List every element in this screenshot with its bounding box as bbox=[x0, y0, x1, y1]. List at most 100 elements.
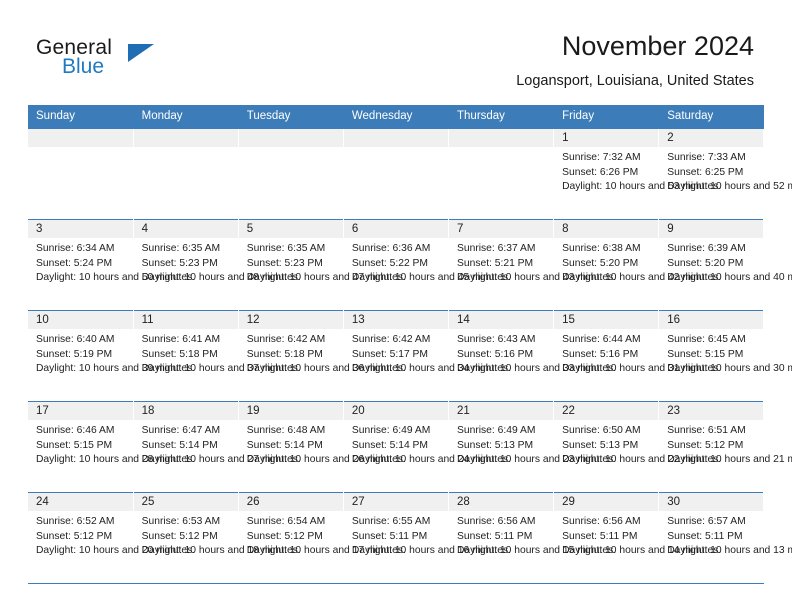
calendar-day-cell-empty bbox=[448, 128, 555, 220]
day-details: Sunrise: 6:36 AM Sunset: 5:22 PM Daylight:… bbox=[344, 238, 511, 286]
weekday-header-monday: Monday bbox=[133, 105, 239, 129]
calendar-day-cell[interactable]: 12 Sunrise: 6:42 AM Sunset: 5:18 PM Dayligh… bbox=[238, 310, 406, 402]
day-number: 2 bbox=[659, 129, 764, 147]
day-details: Sunrise: 6:43 AM Sunset: 5:16 PM Daylight:… bbox=[449, 329, 617, 377]
sunset-text: Sunset: 5:11 PM bbox=[667, 530, 743, 542]
day-details: Sunrise: 6:54 AM Sunset: 5:12 PM Daylight:… bbox=[239, 511, 406, 559]
day-details: Sunrise: 6:48 AM Sunset: 5:14 PM Daylight:… bbox=[239, 420, 406, 468]
calendar-day-cell[interactable]: 26 Sunrise: 6:54 AM Sunset: 5:12 PM Dayligh… bbox=[238, 492, 406, 584]
sunset-text: Sunset: 5:23 PM bbox=[141, 257, 218, 269]
day-number: 1 bbox=[554, 129, 659, 147]
calendar-day-cell[interactable]: 29 Sunrise: 6:56 AM Sunset: 5:11 PM Dayligh… bbox=[553, 492, 721, 584]
day-number: 14 bbox=[449, 311, 554, 329]
page-header: General Blue November 2024 Logansport, L… bbox=[0, 0, 792, 89]
day-number: 3 bbox=[28, 220, 133, 238]
calendar-day-cell[interactable]: 11 Sunrise: 6:41 AM Sunset: 5:18 PM Dayligh… bbox=[133, 310, 301, 402]
sunrise-text: Sunrise: 7:33 AM bbox=[667, 152, 746, 163]
calendar-day-cell[interactable]: 8 Sunrise: 6:38 AM Sunset: 5:20 PM Daylight… bbox=[553, 219, 721, 311]
calendar-day-cell[interactable]: 13 Sunrise: 6:42 AM Sunset: 5:17 PM Dayligh… bbox=[343, 310, 511, 402]
daylight-text: Daylight: 10 hours and 52 minutes. bbox=[667, 181, 792, 193]
calendar-day-cell[interactable]: 10 Sunrise: 6:40 AM Sunset: 5:19 PM Dayligh… bbox=[28, 310, 195, 402]
calendar-day-cell[interactable]: 30 Sunrise: 6:57 AM Sunset: 5:11 PM Dayligh… bbox=[658, 492, 792, 584]
sunrise-text: Sunrise: 6:41 AM bbox=[141, 334, 221, 345]
sunset-text: Sunset: 6:25 PM bbox=[667, 166, 744, 178]
weekday-header-saturday: Saturday bbox=[658, 105, 765, 129]
calendar-week-row: 24 Sunrise: 6:52 AM Sunset: 5:12 PM Dayligh… bbox=[28, 492, 792, 584]
sunset-text: Sunset: 5:13 PM bbox=[457, 439, 534, 451]
calendar-day-cell[interactable]: 3 Sunrise: 6:34 AM Sunset: 5:24 PM Daylight… bbox=[28, 219, 195, 311]
daylight-text: Daylight: 10 hours and 16 minutes. bbox=[351, 545, 511, 557]
calendar-day-cell[interactable]: 14 Sunrise: 6:43 AM Sunset: 5:16 PM Dayligh… bbox=[448, 310, 617, 402]
day-number bbox=[449, 129, 554, 147]
calendar-container: Sunday Monday Tuesday Wednesday Thursday… bbox=[28, 105, 792, 584]
calendar-day-cell[interactable]: 4 Sunrise: 6:35 AM Sunset: 5:23 PM Daylight… bbox=[133, 219, 301, 311]
calendar-day-cell[interactable]: 5 Sunrise: 6:35 AM Sunset: 5:23 PM Daylight… bbox=[238, 219, 406, 311]
day-number: 15 bbox=[554, 311, 659, 329]
daylight-text: Daylight: 10 hours and 18 minutes. bbox=[141, 545, 301, 557]
sunset-text: Sunset: 5:12 PM bbox=[141, 530, 218, 542]
sunset-text: Sunset: 5:12 PM bbox=[36, 530, 113, 542]
logo[interactable]: General Blue bbox=[36, 36, 186, 82]
calendar-day-cell[interactable]: 1 Sunrise: 7:32 AM Sunset: 6:26 PM Daylight… bbox=[553, 128, 721, 220]
sunset-text: Sunset: 5:18 PM bbox=[246, 348, 323, 360]
calendar-day-cell[interactable]: 18 Sunrise: 6:47 AM Sunset: 5:14 PM Dayligh… bbox=[133, 401, 301, 493]
day-number: 6 bbox=[343, 220, 448, 238]
sunrise-text: Sunrise: 6:57 AM bbox=[667, 516, 746, 527]
daylight-text: Daylight: 10 hours and 27 minutes. bbox=[141, 454, 301, 466]
sunrise-text: Sunrise: 6:51 AM bbox=[667, 425, 746, 436]
day-details: Sunrise: 6:38 AM Sunset: 5:20 PM Daylight:… bbox=[554, 238, 721, 286]
sunrise-text: Sunrise: 6:35 AM bbox=[246, 243, 326, 254]
calendar-day-cell[interactable]: 19 Sunrise: 6:48 AM Sunset: 5:14 PM Dayligh… bbox=[238, 401, 406, 493]
day-details: Sunrise: 6:47 AM Sunset: 5:14 PM Daylight:… bbox=[134, 420, 301, 468]
calendar-day-cell[interactable]: 28 Sunrise: 6:56 AM Sunset: 5:11 PM Dayligh… bbox=[448, 492, 616, 584]
calendar-day-cell[interactable]: 6 Sunrise: 6:36 AM Sunset: 5:22 PM Daylight… bbox=[343, 219, 511, 311]
day-number: 7 bbox=[449, 220, 554, 238]
weekday-header-sunday: Sunday bbox=[28, 105, 134, 129]
day-details: Sunrise: 7:32 AM Sunset: 6:26 PM Daylight:… bbox=[554, 147, 721, 195]
calendar-day-cell[interactable]: 15 Sunrise: 6:44 AM Sunset: 5:16 PM Dayligh… bbox=[553, 310, 721, 402]
daylight-text: Daylight: 10 hours and 33 minutes. bbox=[457, 363, 617, 375]
calendar-day-cell[interactable]: 22 Sunrise: 6:50 AM Sunset: 5:13 PM Dayligh… bbox=[553, 401, 721, 493]
day-number: 19 bbox=[238, 402, 343, 420]
sunset-text: Sunset: 6:26 PM bbox=[562, 166, 639, 178]
calendar-day-cell[interactable]: 24 Sunrise: 6:52 AM Sunset: 5:12 PM Dayligh… bbox=[28, 492, 195, 584]
day-number: 5 bbox=[238, 220, 343, 238]
calendar-day-cell[interactable]: 16 Sunrise: 6:45 AM Sunset: 5:15 PM Dayligh… bbox=[658, 310, 792, 402]
calendar-day-cell[interactable]: 23 Sunrise: 6:51 AM Sunset: 5:12 PM Dayligh… bbox=[658, 401, 792, 493]
daylight-text: Daylight: 10 hours and 34 minutes. bbox=[351, 363, 511, 375]
day-details: Sunrise: 6:53 AM Sunset: 5:12 PM Daylight:… bbox=[134, 511, 301, 559]
sunset-text: Sunset: 5:22 PM bbox=[351, 257, 429, 269]
sunrise-text: Sunrise: 6:39 AM bbox=[667, 243, 746, 254]
day-details: Sunrise: 6:42 AM Sunset: 5:18 PM Daylight:… bbox=[239, 329, 406, 377]
sunrise-text: Sunrise: 6:43 AM bbox=[457, 334, 536, 345]
title-block: November 2024 Logansport, Louisiana, Uni… bbox=[516, 30, 754, 91]
weekday-header-thursday: Thursday bbox=[448, 105, 555, 129]
day-number: 27 bbox=[343, 493, 448, 511]
calendar-day-cell-empty bbox=[28, 128, 134, 220]
sunrise-text: Sunrise: 6:38 AM bbox=[562, 243, 641, 254]
calendar-day-cell[interactable]: 21 Sunrise: 6:49 AM Sunset: 5:13 PM Dayligh… bbox=[448, 401, 616, 493]
sunset-text: Sunset: 5:14 PM bbox=[246, 439, 323, 451]
calendar-day-cell[interactable]: 7 Sunrise: 6:37 AM Sunset: 5:21 PM Daylight… bbox=[448, 219, 616, 311]
day-number: 22 bbox=[554, 402, 659, 420]
sunset-text: Sunset: 5:17 PM bbox=[351, 348, 429, 360]
sunset-text: Sunset: 5:11 PM bbox=[562, 530, 638, 542]
day-number: 11 bbox=[133, 311, 238, 329]
logo-text-blue: Blue bbox=[62, 55, 105, 78]
day-number: 18 bbox=[133, 402, 238, 420]
day-details: Sunrise: 6:44 AM Sunset: 5:16 PM Daylight:… bbox=[554, 329, 721, 377]
day-number: 21 bbox=[449, 402, 554, 420]
calendar-week-row: 3 Sunrise: 6:34 AM Sunset: 5:24 PM Daylight… bbox=[28, 219, 792, 311]
sunrise-text: Sunrise: 6:54 AM bbox=[246, 516, 326, 527]
calendar-day-cell[interactable]: 9 Sunrise: 6:39 AM Sunset: 5:20 PM Daylight… bbox=[658, 219, 792, 311]
calendar-day-cell[interactable]: 25 Sunrise: 6:53 AM Sunset: 5:12 PM Dayligh… bbox=[133, 492, 301, 584]
day-details: Sunrise: 6:49 AM Sunset: 5:14 PM Daylight:… bbox=[344, 420, 511, 468]
calendar-day-cell[interactable]: 2 Sunrise: 7:33 AM Sunset: 6:25 PM Daylight… bbox=[658, 128, 792, 220]
calendar-day-cell[interactable]: 17 Sunrise: 6:46 AM Sunset: 5:15 PM Dayligh… bbox=[28, 401, 195, 493]
daylight-text: Daylight: 10 hours and 47 minutes. bbox=[246, 272, 406, 284]
day-number: 26 bbox=[238, 493, 343, 511]
calendar-day-cell[interactable]: 20 Sunrise: 6:49 AM Sunset: 5:14 PM Dayligh… bbox=[343, 401, 511, 493]
calendar-day-cell[interactable]: 27 Sunrise: 6:55 AM Sunset: 5:11 PM Dayligh… bbox=[343, 492, 511, 584]
day-number bbox=[28, 129, 133, 147]
sunset-text: Sunset: 5:12 PM bbox=[667, 439, 744, 451]
